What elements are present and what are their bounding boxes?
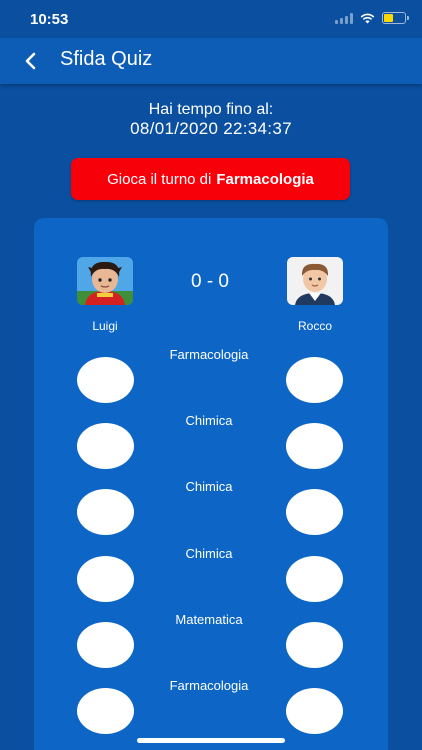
round-category: Chimica [185,546,233,561]
status-time: 10:53 [30,11,69,28]
answer-circle-right[interactable] [286,489,343,535]
answer-circle-left[interactable] [77,688,134,734]
round-row: Chimica [34,479,388,552]
answer-circle-right[interactable] [286,357,343,403]
round-category: Matematica [175,612,243,627]
match-score: 0 - 0 [190,271,230,292]
avatar-luigi [77,257,133,305]
answer-circle-left[interactable] [77,622,134,668]
answer-circle-right[interactable] [286,423,343,469]
avatar-rocco [287,257,343,305]
round-category: Farmacologia [169,347,249,362]
answer-circle-left[interactable] [77,423,134,469]
play-turn-category: Farmacologia [216,170,314,188]
round-category: Farmacologia [169,678,249,693]
signal-icon [335,12,353,24]
status-bar: 10:53 [0,0,422,38]
round-category: Chimica [185,413,233,428]
deadline-label: Hai tempo fino al: [148,101,274,118]
app-header: Sfida Quiz [0,38,422,84]
round-row: Farmacologia [34,347,388,420]
battery-icon [382,12,409,24]
home-indicator[interactable] [137,738,285,743]
player-name-left: Luigi [92,319,118,333]
player-name-right: Rocco [297,319,332,333]
deadline-value: 08/01/2020 22:34:37 [130,119,292,138]
answer-circle-left[interactable] [77,489,134,535]
answer-circle-left[interactable] [77,357,134,403]
answer-circle-right[interactable] [286,688,343,734]
round-category: Chimica [185,479,233,494]
round-row: Matematica [34,612,388,685]
answer-circle-right[interactable] [286,556,343,602]
round-row: Chimica [34,413,388,486]
wifi-icon [360,13,375,23]
answer-circle-left[interactable] [77,556,134,602]
round-row: Chimica [34,546,388,619]
play-turn-button[interactable]: Gioca il turno di Farmacologia [71,158,350,200]
play-turn-prefix: Gioca il turno di [107,170,212,188]
answer-circle-right[interactable] [286,622,343,668]
status-icons [335,12,409,24]
page-title: Sfida Quiz [60,48,153,70]
chevron-left-icon[interactable] [20,50,42,72]
